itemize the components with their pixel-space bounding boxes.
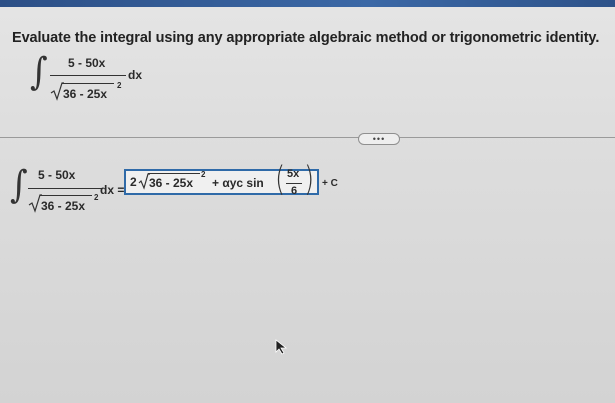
right-paren: ) bbox=[304, 160, 315, 200]
frac-numerator: 5x bbox=[287, 168, 300, 180]
constant-of-integration: + C bbox=[322, 178, 338, 189]
problem-radicand: 36 - 25x bbox=[63, 87, 108, 101]
answer-coefficient: 2 bbox=[130, 175, 137, 189]
answer-numerator: 5 - 50x bbox=[38, 168, 76, 182]
left-paren: ( bbox=[275, 160, 286, 200]
answer-radical-icon bbox=[28, 194, 42, 213]
answer-fraction-bar bbox=[28, 188, 102, 189]
answer-radical-bar bbox=[40, 195, 92, 196]
answer-exponent: 2 bbox=[94, 193, 99, 202]
expand-more-button[interactable]: ••• bbox=[358, 133, 400, 145]
section-divider bbox=[0, 137, 615, 138]
problem-exponent: 2 bbox=[117, 81, 122, 90]
question-panel: Evaluate the integral using any appropri… bbox=[0, 7, 615, 403]
answer-equals: dx = bbox=[100, 183, 125, 197]
problem-differential: dx bbox=[128, 68, 143, 82]
top-banner bbox=[0, 0, 615, 7]
answer-box-radicand: 36 - 25x bbox=[149, 176, 194, 190]
question-prompt: Evaluate the integral using any appropri… bbox=[12, 30, 600, 46]
answer-box-arcsin: + αyc sin bbox=[212, 176, 264, 190]
integral-sign: ∫ bbox=[30, 50, 48, 94]
problem-numerator: 5 - 50x bbox=[68, 56, 106, 70]
radical-bar bbox=[62, 83, 114, 84]
answer-box-exponent: 2 bbox=[201, 170, 206, 179]
answer-box-radical-bar bbox=[148, 173, 200, 174]
problem-fraction-bar bbox=[50, 75, 126, 76]
answer-radicand: 36 - 25x bbox=[41, 199, 86, 213]
frac-bar bbox=[286, 183, 302, 184]
mouse-cursor-icon bbox=[275, 339, 288, 355]
answer-integral-sign: ∫ bbox=[10, 163, 28, 207]
frac-denominator: 6 bbox=[291, 185, 298, 197]
radical-icon bbox=[50, 82, 64, 101]
